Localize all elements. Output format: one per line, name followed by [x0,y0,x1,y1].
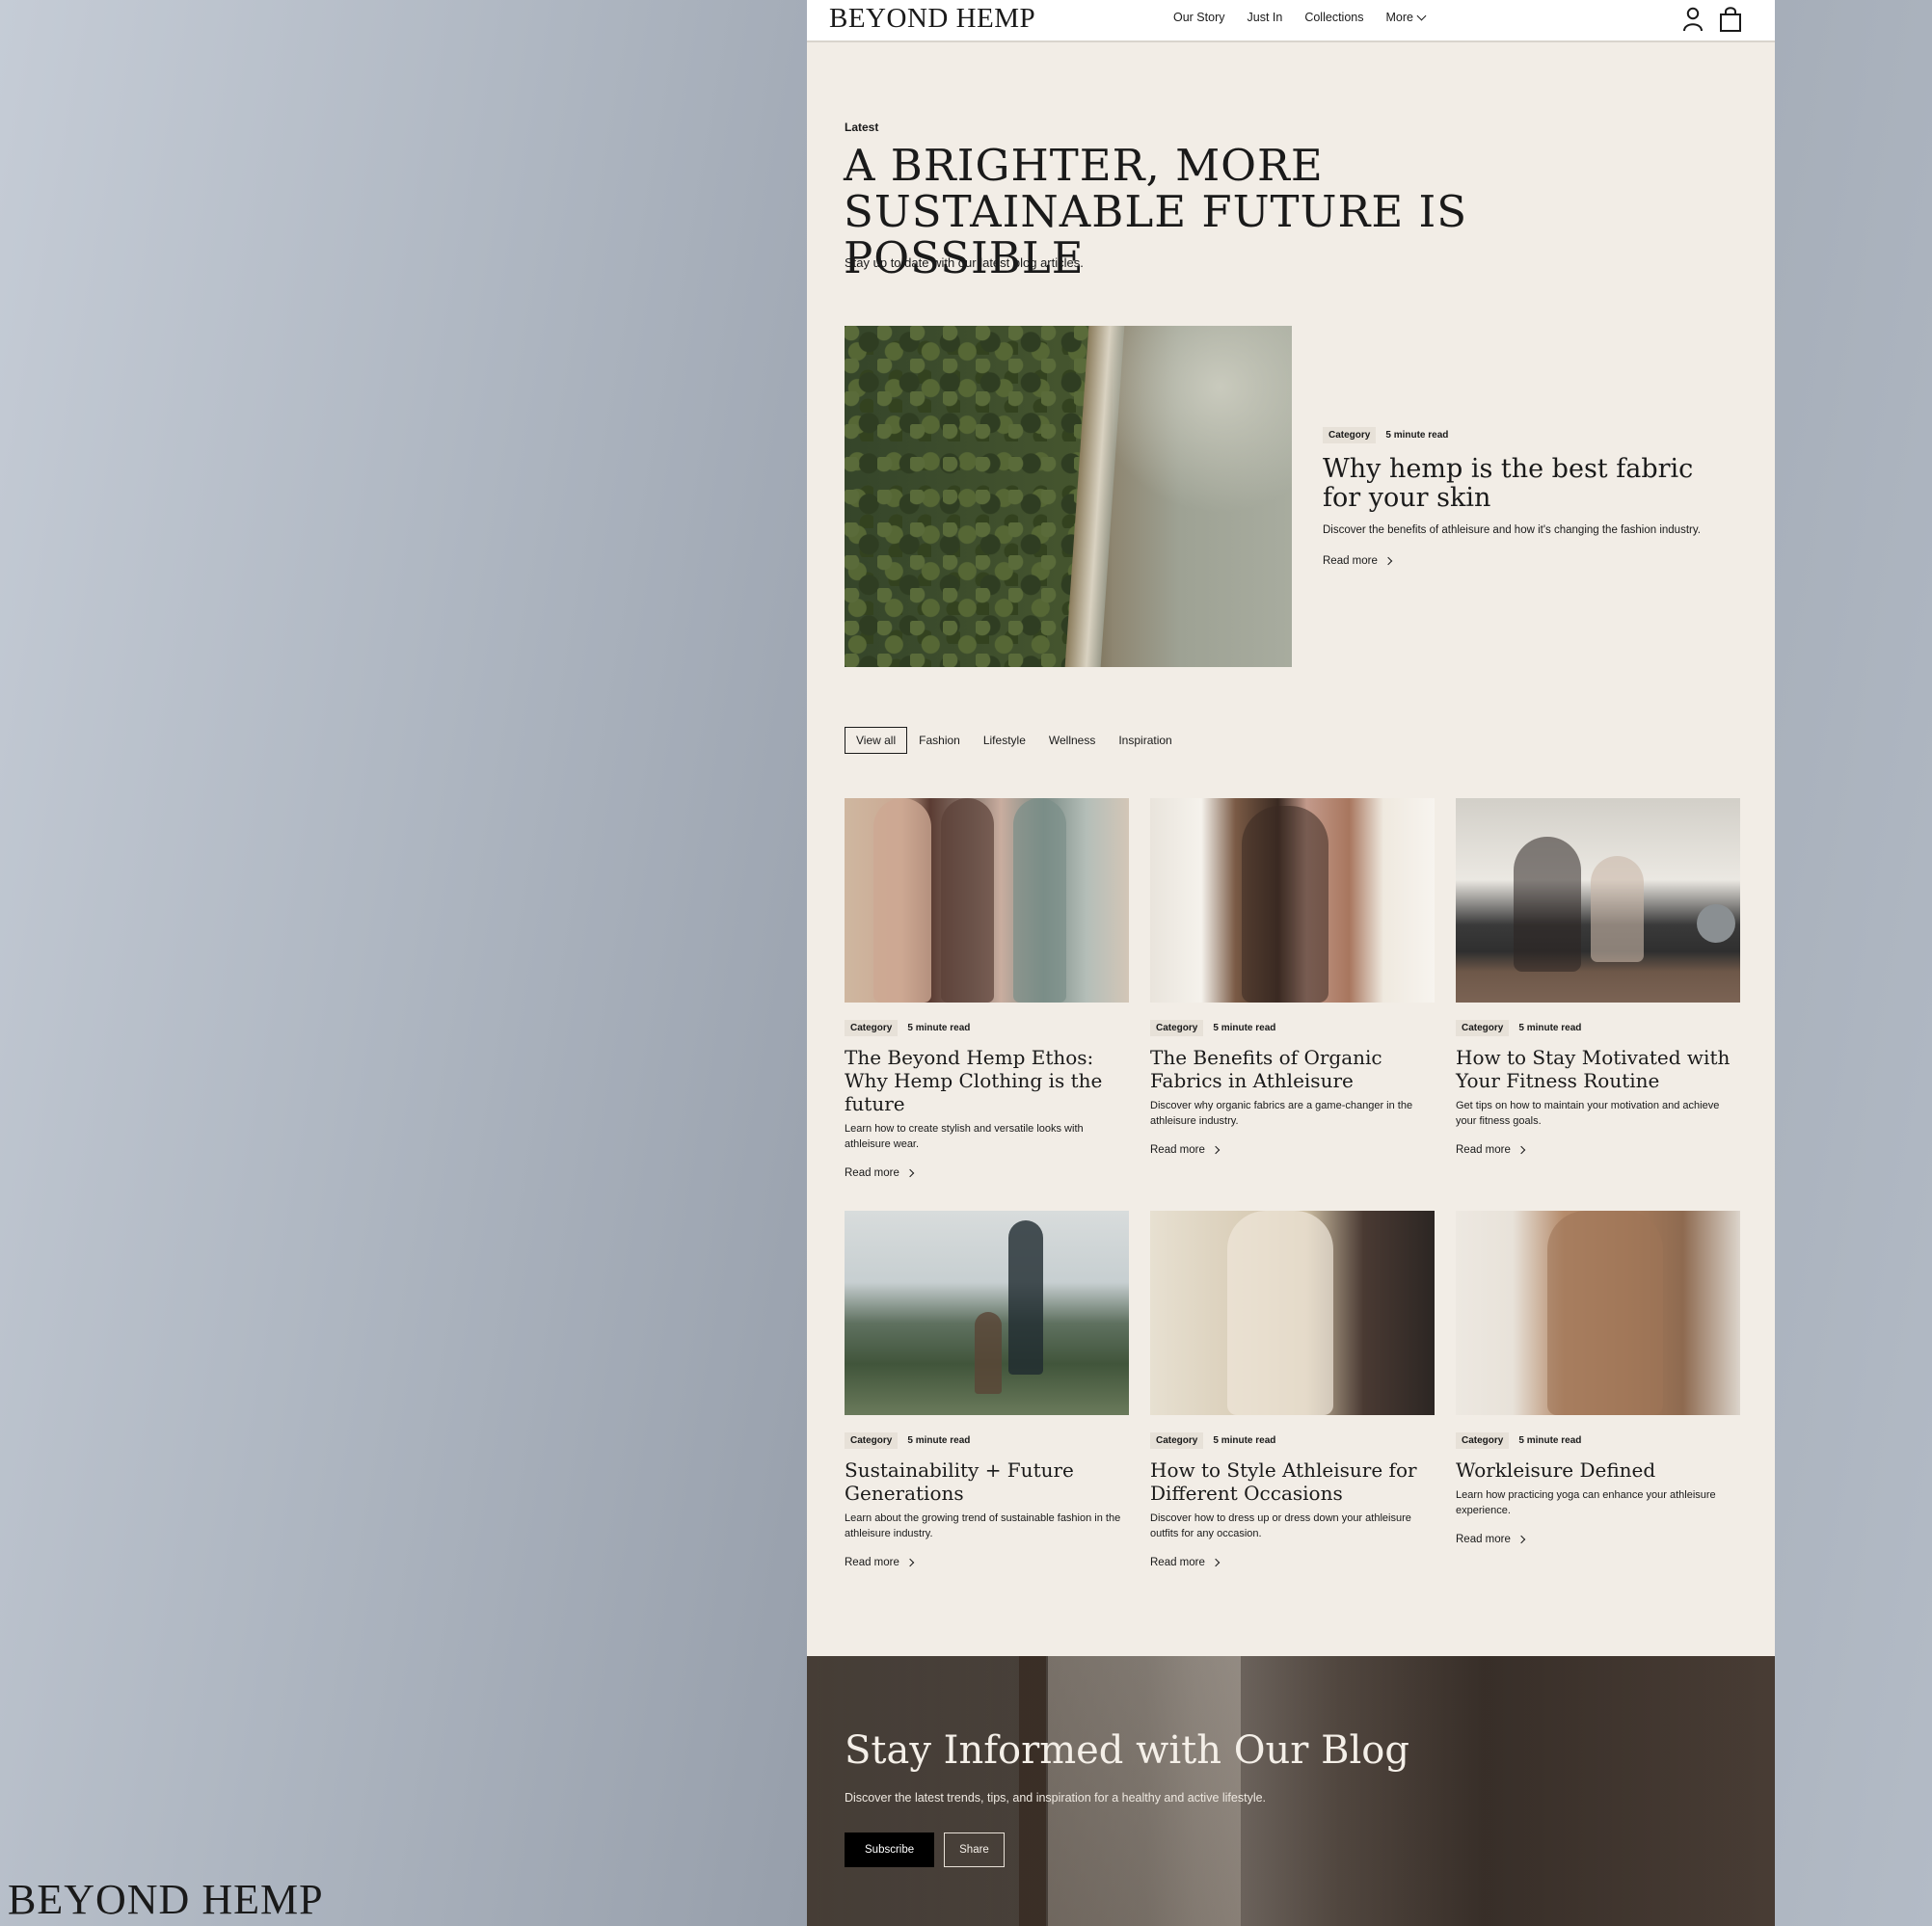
nav-just-in[interactable]: Just In [1248,11,1283,24]
category-filter-tabs: View all Fashion Lifestyle Wellness Insp… [845,727,1184,754]
category-badge: Category [1150,1020,1204,1036]
read-more-label: Read more [1150,1144,1205,1156]
read-time: 5 minute read [907,1435,971,1446]
post-title[interactable]: The Beyond Hemp Ethos: Why Hemp Clothing… [845,1046,1129,1115]
category-badge: Category [845,1432,899,1449]
tab-wellness[interactable]: Wellness [1037,727,1107,754]
featured-post-title[interactable]: Why hemp is the best fabric for your ski… [1323,455,1728,513]
post-description: Learn about the growing trend of sustain… [845,1512,1121,1539]
tab-fashion[interactable]: Fashion [907,727,972,754]
post-card: Category 5 minute read How to Style Athl… [1150,1211,1435,1570]
read-more-link[interactable]: Read more [1456,1534,1526,1545]
nav-more-label: More [1385,11,1413,24]
category-badge: Category [845,1020,899,1036]
tab-view-all[interactable]: View all [845,727,908,754]
post-description: Learn how to create stylish and versatil… [845,1123,1084,1150]
nav-our-story[interactable]: Our Story [1173,11,1225,24]
read-more-link[interactable]: Read more [1150,1557,1221,1568]
post-meta: Category 5 minute read [1456,1020,1740,1036]
read-more-link[interactable]: Read more [845,1167,915,1179]
chevron-right-icon [905,1168,915,1178]
post-title[interactable]: The Benefits of Organic Fabrics in Athle… [1150,1046,1435,1092]
nav-more-dropdown[interactable]: More [1385,11,1427,24]
featured-post: Category 5 minute read Why hemp is the b… [1323,427,1728,569]
cart-icon[interactable] [1719,6,1742,33]
read-more-link[interactable]: Read more [845,1557,915,1568]
newsletter-actions: Subscribe Share [845,1832,1005,1867]
post-card: Category 5 minute read Sustainability + … [845,1211,1129,1570]
read-time: 5 minute read [1518,1023,1582,1033]
post-title[interactable]: Workleisure Defined [1456,1458,1740,1482]
category-badge: Category [1456,1020,1510,1036]
read-more-label: Read more [1323,555,1378,567]
read-more-label: Read more [1456,1534,1511,1545]
post-meta: Category 5 minute read [1456,1432,1740,1449]
read-more-link[interactable]: Read more [1456,1144,1526,1156]
post-description: Discover how to dress up or dress down y… [1150,1512,1411,1539]
post-meta: Category 5 minute read [1150,1432,1435,1449]
post-card: Category 5 minute read The Benefits of O… [1150,798,1435,1158]
read-time: 5 minute read [1213,1435,1276,1446]
post-card: Category 5 minute read Workleisure Defin… [1456,1211,1740,1547]
brand-logo[interactable]: BEYOND HEMP [829,3,1035,35]
read-time: 5 minute read [1385,430,1449,441]
post-image[interactable] [1456,798,1740,1003]
newsletter-title: Stay Informed with Our Blog [845,1728,1409,1773]
post-image[interactable] [845,798,1129,1003]
chevron-right-icon [1211,1145,1221,1155]
share-button[interactable]: Share [944,1832,1005,1867]
chevron-right-icon [1211,1558,1221,1567]
account-icon[interactable] [1682,7,1704,32]
nav-collections[interactable]: Collections [1304,11,1363,24]
post-description: Get tips on how to maintain your motivat… [1456,1100,1720,1127]
read-more-link[interactable]: Read more [1150,1144,1221,1156]
blog-page: BEYOND HEMP Our Story Just In Collection… [807,0,1775,1926]
post-description: Discover why organic fabrics are a game-… [1150,1100,1413,1127]
featured-post-meta: Category 5 minute read [1323,427,1728,443]
post-meta: Category 5 minute read [845,1432,1129,1449]
chevron-right-icon [1383,556,1393,566]
post-description: Learn how practicing yoga can enhance yo… [1456,1489,1716,1516]
post-image[interactable] [1456,1211,1740,1415]
read-time: 5 minute read [1213,1023,1276,1033]
subscribe-button[interactable]: Subscribe [845,1832,935,1867]
post-card: Category 5 minute read The Beyond Hemp E… [845,798,1129,1181]
newsletter-subtitle: Discover the latest trends, tips, and in… [845,1791,1267,1805]
header-icons [1682,6,1742,33]
post-title[interactable]: How to Stay Motivated with Your Fitness … [1456,1046,1740,1092]
chevron-right-icon [905,1558,915,1567]
tab-inspiration[interactable]: Inspiration [1107,727,1183,754]
featured-post-description: Discover the benefits of athleisure and … [1323,524,1701,536]
read-more-label: Read more [845,1557,899,1568]
main-nav: Our Story Just In Collections More [1173,11,1447,24]
featured-post-image[interactable] [845,326,1292,667]
post-meta: Category 5 minute read [1150,1020,1435,1036]
tab-lifestyle[interactable]: Lifestyle [972,727,1037,754]
post-image[interactable] [1150,798,1435,1003]
featured-read-more-link[interactable]: Read more [1323,555,1393,567]
post-image[interactable] [1150,1211,1435,1415]
post-image[interactable] [845,1211,1129,1415]
category-badge: Category [1150,1432,1204,1449]
post-title[interactable]: How to Style Athleisure for Different Oc… [1150,1458,1435,1505]
category-badge: Category [1456,1432,1510,1449]
category-badge: Category [1323,427,1377,443]
page-subheadline: Stay up to date with our latest blog art… [845,255,1084,270]
read-time: 5 minute read [907,1023,971,1033]
post-meta: Category 5 minute read [845,1020,1129,1036]
corner-wordmark: BEYOND HEMP [8,1876,324,1923]
read-more-label: Read more [845,1167,899,1179]
post-card: Category 5 minute read How to Stay Motiv… [1456,798,1740,1158]
read-time: 5 minute read [1518,1435,1582,1446]
post-title[interactable]: Sustainability + Future Generations [845,1458,1129,1505]
chevron-down-icon [1416,11,1427,20]
read-more-label: Read more [1150,1557,1205,1568]
read-more-label: Read more [1456,1144,1511,1156]
chevron-right-icon [1516,1535,1526,1544]
section-eyebrow: Latest [845,120,879,134]
site-header: BEYOND HEMP Our Story Just In Collection… [807,0,1775,42]
newsletter-banner: Stay Informed with Our Blog Discover the… [807,1656,1775,1926]
chevron-right-icon [1516,1145,1526,1155]
